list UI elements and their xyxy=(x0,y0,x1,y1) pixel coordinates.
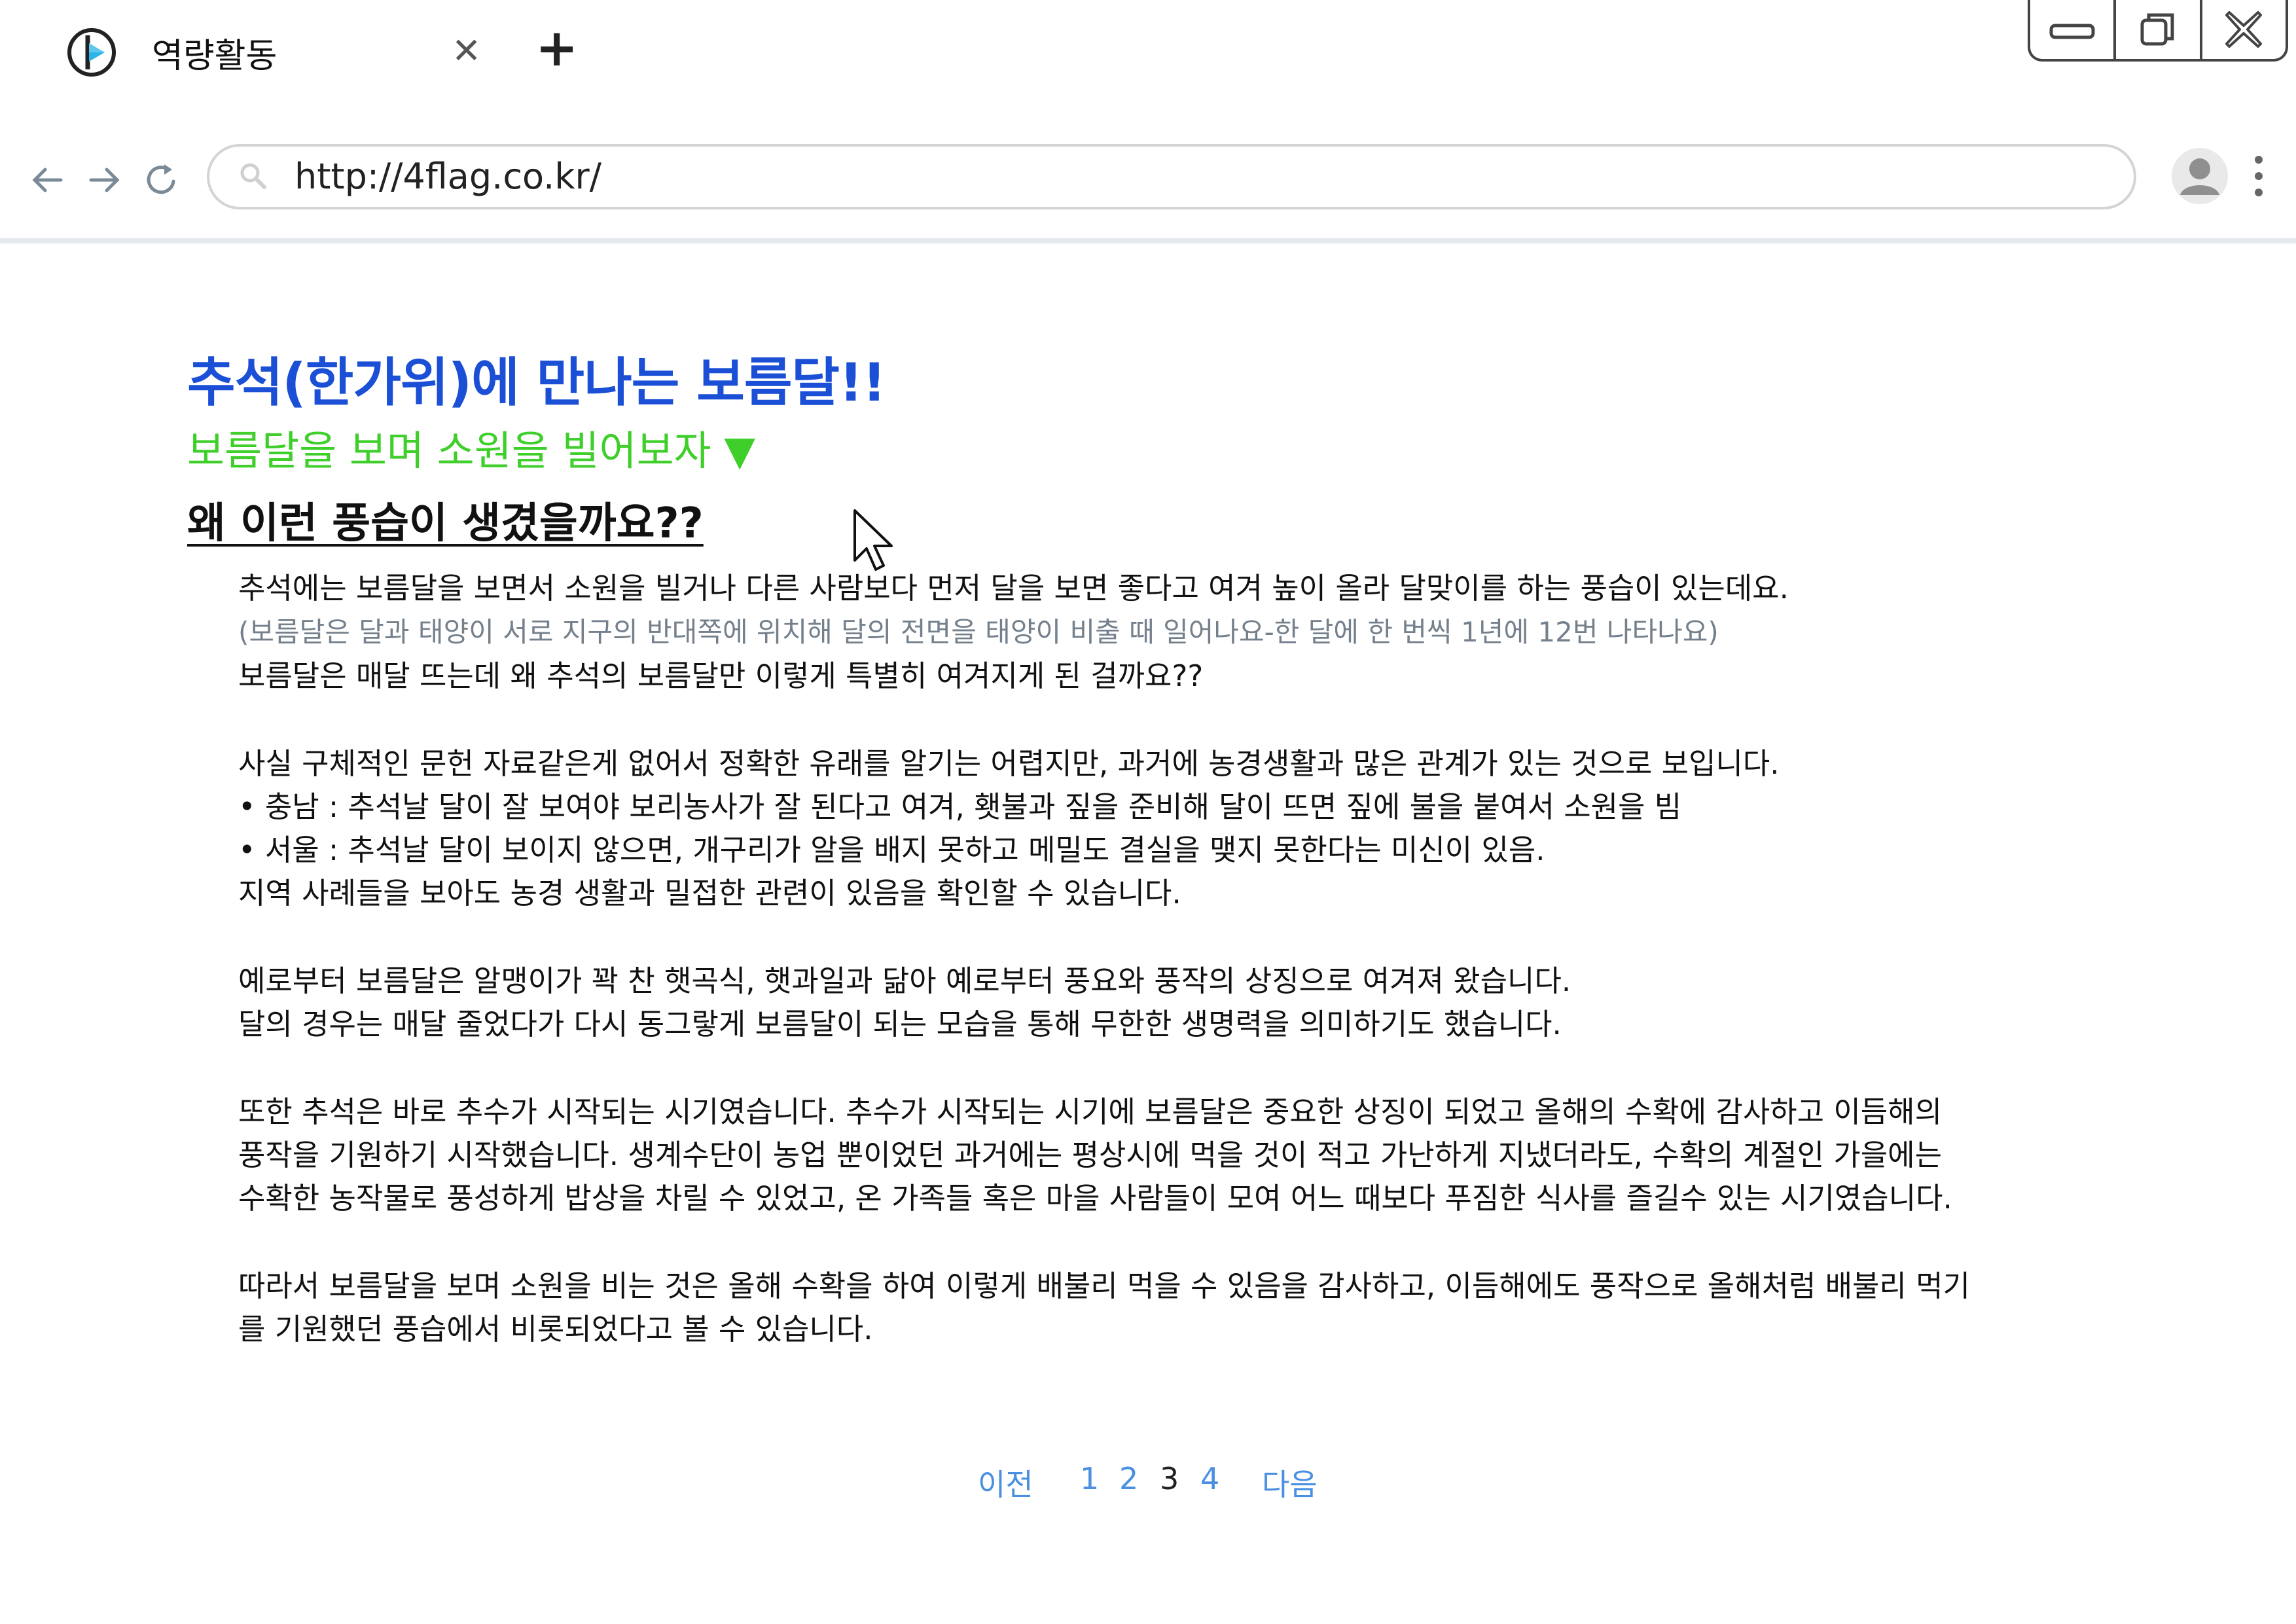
pagination-prev[interactable]: 이전 xyxy=(978,1461,1033,1504)
forward-button[interactable] xyxy=(81,157,127,203)
paragraph-line: 풍작을 기원하기 시작했습니다. 생계수단이 농업 뿐이었던 과거에는 평상시에… xyxy=(238,1138,1942,1172)
paragraph-line: 또한 추석은 바로 추수가 시작되는 시기였습니다. 추수가 시작되는 시기에 … xyxy=(238,1094,1942,1129)
pagination-page-1[interactable]: 1 xyxy=(1080,1461,1099,1496)
navigation-bar: http://4flag.co.kr/ xyxy=(0,144,2296,209)
page-content: 추석(한가위)에 만나는 보름달!! 보름달을 보며 소원을 빌어보자 ▼ 왜 … xyxy=(0,244,2296,1624)
list-item: • 서울 : 추석날 달이 보이지 않으면, 개구리가 알을 배지 못하고 메밀… xyxy=(238,833,1545,867)
avatar-icon xyxy=(2172,148,2228,204)
tab-title: 역량활동 xyxy=(152,36,278,76)
close-window-icon xyxy=(2225,11,2263,48)
pagination-page-2[interactable]: 2 xyxy=(1119,1461,1138,1496)
search-icon xyxy=(240,163,266,189)
arrow-left-icon xyxy=(32,168,63,192)
restore-icon xyxy=(2140,13,2174,46)
pagination: 이전 1 2 3 4 다음 xyxy=(0,1461,2296,1513)
paragraph-line: 예로부터 보름달은 알맹이가 꽉 찬 햇곡식, 햇과일과 닮아 예로부터 풍요와… xyxy=(238,964,1571,998)
list-item: • 충남 : 추석날 달이 잘 보여야 보리농사가 잘 된다고 여겨, 횃불과 … xyxy=(238,789,1682,824)
browser-chrome: 역량활동 ✕ + http://4flag.co.kr/ xyxy=(0,0,2296,244)
window-controls xyxy=(2028,0,2288,62)
paragraph-line: 를 기원했던 풍습에서 비롯되었다고 볼 수 있습니다. xyxy=(238,1312,873,1346)
back-button[interactable] xyxy=(25,157,71,203)
play-logo-icon xyxy=(67,28,116,77)
avatar[interactable] xyxy=(2172,148,2228,204)
pagination-page-3: 3 xyxy=(1160,1461,1179,1496)
page-title: 추석(한가위)에 만나는 보름달!! xyxy=(187,352,886,413)
url-text: http://4flag.co.kr/ xyxy=(295,156,601,197)
reload-button[interactable] xyxy=(139,157,185,203)
pagination-page-4[interactable]: 4 xyxy=(1200,1461,1219,1496)
browser-tab[interactable]: 역량활동 ✕ xyxy=(65,20,511,85)
pagination-next[interactable]: 다음 xyxy=(1262,1461,1318,1504)
kebab-menu-icon[interactable] xyxy=(2249,153,2269,199)
mouse-pointer-icon xyxy=(853,509,893,571)
close-icon[interactable]: ✕ xyxy=(452,30,481,71)
plus-icon[interactable]: + xyxy=(535,22,578,75)
paragraph-line: 보름달은 매달 뜨는데 왜 추석의 보름달만 이렇게 특별히 여겨지게 된 걸까… xyxy=(238,659,1204,693)
minimize-button[interactable] xyxy=(2030,0,2117,59)
restore-button[interactable] xyxy=(2116,0,2202,59)
paragraph-line: 따라서 보름달을 보며 소원을 비는 것은 올해 수확을 하여 이렇게 배불리 … xyxy=(238,1269,1970,1303)
arrow-right-icon xyxy=(89,168,120,192)
chrome-divider xyxy=(0,238,2296,244)
close-window-button[interactable] xyxy=(2202,0,2286,59)
page-subtitle: 보름달을 보며 소원을 빌어보자 ▼ xyxy=(187,427,756,475)
paragraph-line: 지역 사례들을 보아도 농경 생활과 밀접한 관련이 있음을 확인할 수 있습니… xyxy=(238,876,1181,911)
section-heading: 왜 이런 풍습이 생겼을까요?? xyxy=(187,499,704,548)
paragraph-note: (보름달은 달과 태양이 서로 지구의 반대쪽에 위치해 달의 전면을 태양이 … xyxy=(238,616,1719,648)
paragraph-line: 추석에는 보름달을 보면서 소원을 빌거나 다른 사람보다 먼저 달을 보면 좋… xyxy=(238,571,1789,605)
reload-icon xyxy=(147,164,175,194)
paragraph-line: 수확한 농작물로 풍성하게 밥상을 차릴 수 있었고, 온 가족들 혹은 마을 … xyxy=(238,1181,1952,1216)
minimize-icon xyxy=(2049,24,2095,39)
address-bar[interactable]: http://4flag.co.kr/ xyxy=(207,144,2136,209)
paragraph-line: 사실 구체적인 문헌 자료같은게 없어서 정확한 유래를 알기는 어렵지만, 과… xyxy=(238,746,1780,781)
paragraph-line: 달의 경우는 매달 줄었다가 다시 동그랗게 보름달이 되는 모습을 통해 무한… xyxy=(238,1007,1562,1041)
